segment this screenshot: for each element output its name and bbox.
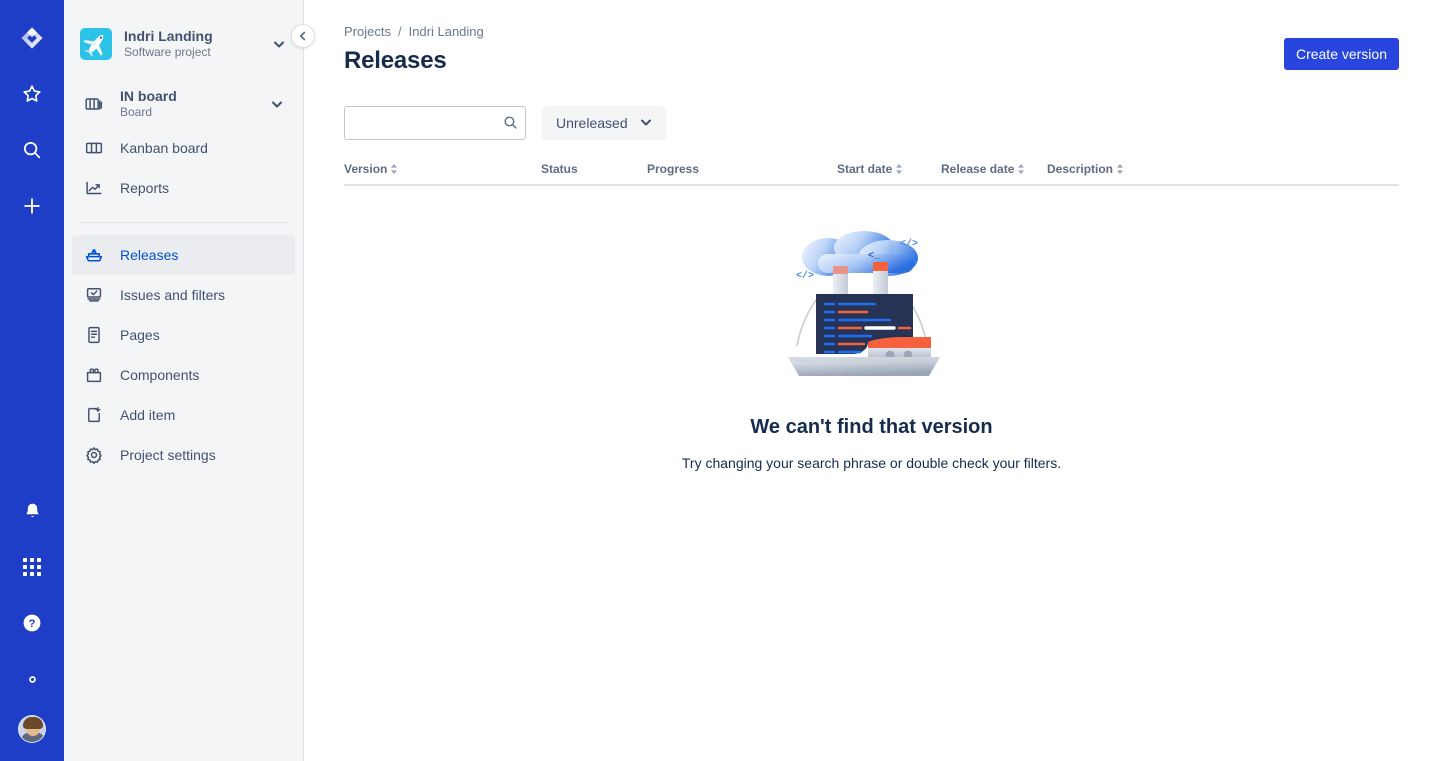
add-item-icon [82, 403, 106, 427]
sidebar-board-subtitle: Board [120, 105, 153, 119]
jira-releases-page: ? Indri Landing Software project IN boar… [0, 0, 1431, 761]
sidebar-item-reports[interactable]: Reports [72, 168, 295, 208]
settings-gear-icon[interactable] [12, 659, 52, 699]
svg-text:</>: </> [900, 238, 918, 250]
column-header-label: Start date [837, 162, 893, 176]
sidebar-item-releases[interactable]: Releases [72, 235, 295, 275]
breadcrumb-separator: / [397, 23, 402, 39]
project-meta: Indri Landing Software project [124, 28, 259, 60]
sort-arrows-icon [896, 164, 903, 174]
column-header-description[interactable]: Description [1047, 162, 1207, 176]
releases-table: Version Status Progress Start date Relea… [344, 162, 1399, 186]
project-header[interactable]: Indri Landing Software project [64, 18, 303, 66]
project-type: Software project [124, 45, 211, 59]
sidebar-item-pages[interactable]: Pages [72, 315, 295, 355]
sidebar-item-in-board[interactable]: IN board Board [72, 80, 295, 128]
releases-toolbar: Unreleased [344, 106, 1399, 140]
sidebar-item-label: Releases [120, 247, 179, 263]
empty-state-title: We can't find that version [750, 416, 993, 438]
sidebar-nav-secondary: Releases Issues and filters Pages Compon… [64, 235, 303, 475]
global-navigation-rail: ? [0, 0, 64, 761]
release-status-filter[interactable]: Unreleased [542, 106, 666, 140]
chevron-down-icon [638, 114, 654, 133]
jira-logo-icon[interactable] [12, 18, 52, 58]
gear-icon [82, 443, 106, 467]
empty-state: <_ </> </> We can't find that version Tr… [344, 224, 1399, 471]
sidebar-item-project-settings[interactable]: Project settings [72, 435, 295, 475]
airplane-icon [80, 28, 112, 60]
page-header-row: Releases Create version [344, 38, 1399, 76]
sort-arrows-icon [1117, 164, 1124, 174]
help-icon[interactable]: ? [12, 603, 52, 643]
sidebar-item-issues-and-filters[interactable]: Issues and filters [72, 275, 295, 315]
sidebar-divider [80, 222, 287, 223]
sidebar-item-label: Reports [120, 180, 170, 196]
sort-arrows-icon [1018, 164, 1025, 174]
user-avatar[interactable] [18, 715, 46, 743]
column-header-label: Version [344, 162, 388, 176]
sidebar-item-label: Add item [120, 407, 176, 423]
main-content: Projects / Indri Landing Releases Create… [304, 0, 1431, 761]
rail-bottom-group: ? [12, 491, 52, 761]
components-icon [82, 363, 106, 387]
sidebar-item-label: Project settings [120, 447, 216, 463]
sidebar-board-title: IN board [120, 88, 177, 104]
board-stack-icon [82, 92, 106, 116]
sidebar-item-add-item[interactable]: Add item [72, 395, 295, 435]
rail-top-group [12, 0, 52, 226]
column-header-status: Status [541, 162, 647, 176]
ship-icon [82, 243, 106, 267]
column-header-label: Release date [941, 162, 1015, 176]
issues-filters-icon [82, 283, 106, 307]
column-header-release-date[interactable]: Release date [941, 162, 1047, 176]
breadcrumb-current-project-link[interactable]: Indri Landing [409, 24, 484, 39]
avatar-hair [23, 717, 43, 729]
app-switcher-icon[interactable] [12, 547, 52, 587]
sidebar-item-label: Pages [120, 327, 160, 343]
svg-text:?: ? [29, 618, 36, 630]
reports-chart-icon [82, 176, 106, 200]
board-chevron-down-icon[interactable] [269, 96, 285, 112]
breadcrumb-projects-link[interactable]: Projects [344, 24, 391, 39]
sidebar-board-text: IN board Board [120, 88, 255, 120]
column-header-label: Status [541, 162, 578, 176]
pages-document-icon [82, 323, 106, 347]
sidebar-item-kanban-board[interactable]: Kanban board [72, 128, 295, 168]
search-field-wrapper [344, 106, 526, 140]
board-columns-icon [82, 136, 106, 160]
column-header-label: Progress [647, 162, 700, 176]
collapse-sidebar-button[interactable] [291, 24, 315, 48]
releases-table-header: Version Status Progress Start date Relea… [344, 162, 1399, 186]
search-icon[interactable] [502, 114, 519, 136]
project-sidebar: Indri Landing Software project IN board … [64, 0, 315, 761]
page-title: Releases [344, 47, 447, 74]
svg-text:<_: <_ [868, 251, 881, 262]
create-version-button[interactable]: Create version [1283, 38, 1399, 70]
sidebar-nav-primary: IN board Board Kanban board Reports [64, 80, 303, 208]
ship-sailing-illustration: <_ </> </> [772, 224, 972, 394]
release-status-filter-value: Unreleased [556, 115, 628, 131]
sidebar-item-label: Kanban board [120, 140, 208, 156]
notifications-bell-icon[interactable] [12, 491, 52, 531]
svg-text:</>: </> [796, 270, 814, 282]
column-header-start-date[interactable]: Start date [837, 162, 941, 176]
create-icon[interactable] [12, 186, 52, 226]
sidebar-item-label: Issues and filters [120, 287, 226, 303]
column-header-version[interactable]: Version [344, 162, 541, 176]
column-header-progress: Progress [647, 162, 837, 176]
search-icon[interactable] [12, 130, 52, 170]
breadcrumb: Projects / Indri Landing [344, 22, 1399, 40]
empty-state-subtitle: Try changing your search phrase or doubl… [681, 455, 1062, 471]
starred-icon[interactable] [12, 74, 52, 114]
search-input[interactable] [344, 106, 526, 140]
sort-arrows-icon [391, 164, 398, 174]
chevron-down-icon[interactable] [271, 36, 287, 52]
project-name: Indri Landing [124, 28, 213, 44]
column-header-label: Description [1047, 162, 1114, 176]
sidebar-item-components[interactable]: Components [72, 355, 295, 395]
sidebar-item-label: Components [120, 367, 200, 383]
